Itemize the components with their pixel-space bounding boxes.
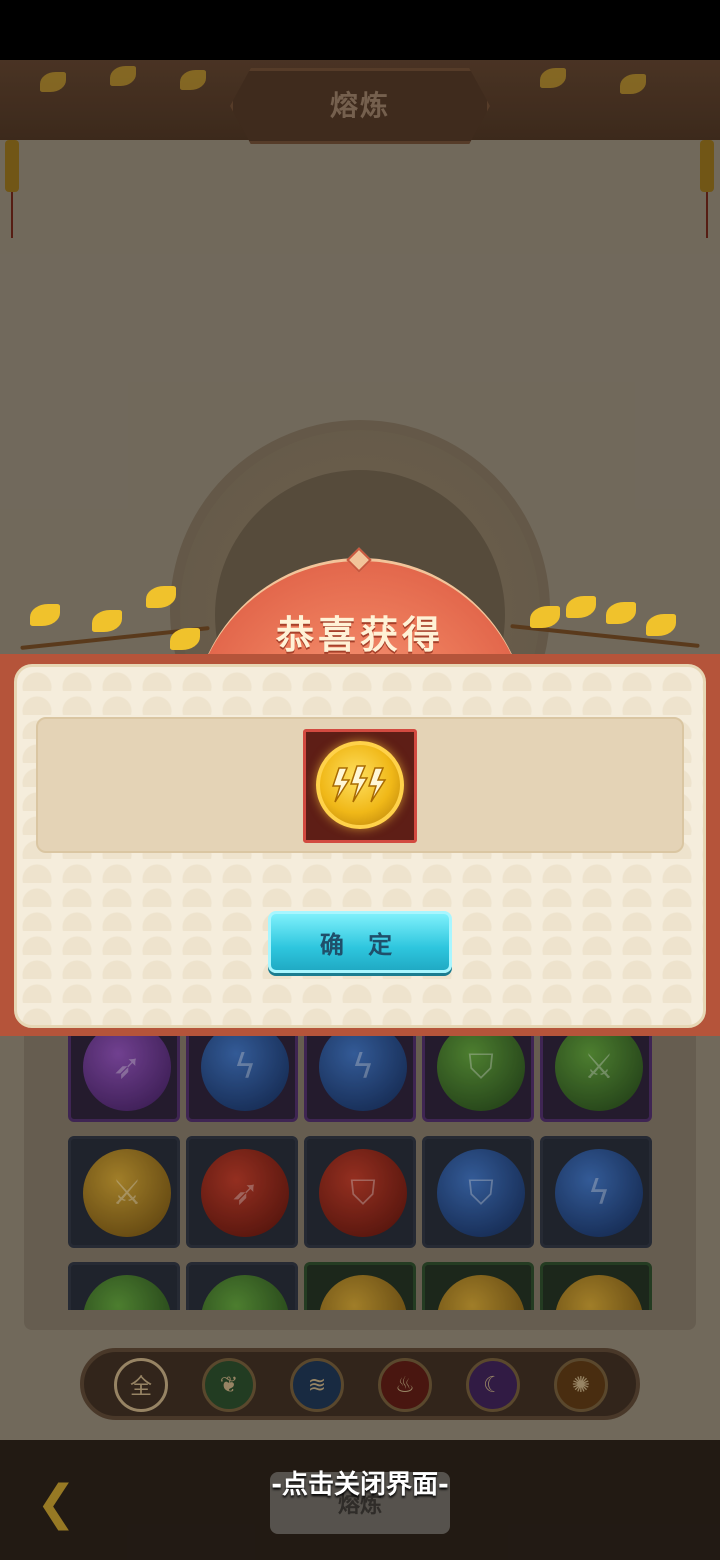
close-hint[interactable]: -点击关闭界面- [0,1464,720,1501]
lightning-coin-icon [316,741,404,829]
status-bar [0,0,720,60]
dialog-title: 恭喜获得 [275,613,444,657]
confirm-button[interactable]: 确 定 [268,911,452,973]
confirm-label: 确 定 [319,930,401,959]
lightning-bolts-icon [331,765,387,803]
